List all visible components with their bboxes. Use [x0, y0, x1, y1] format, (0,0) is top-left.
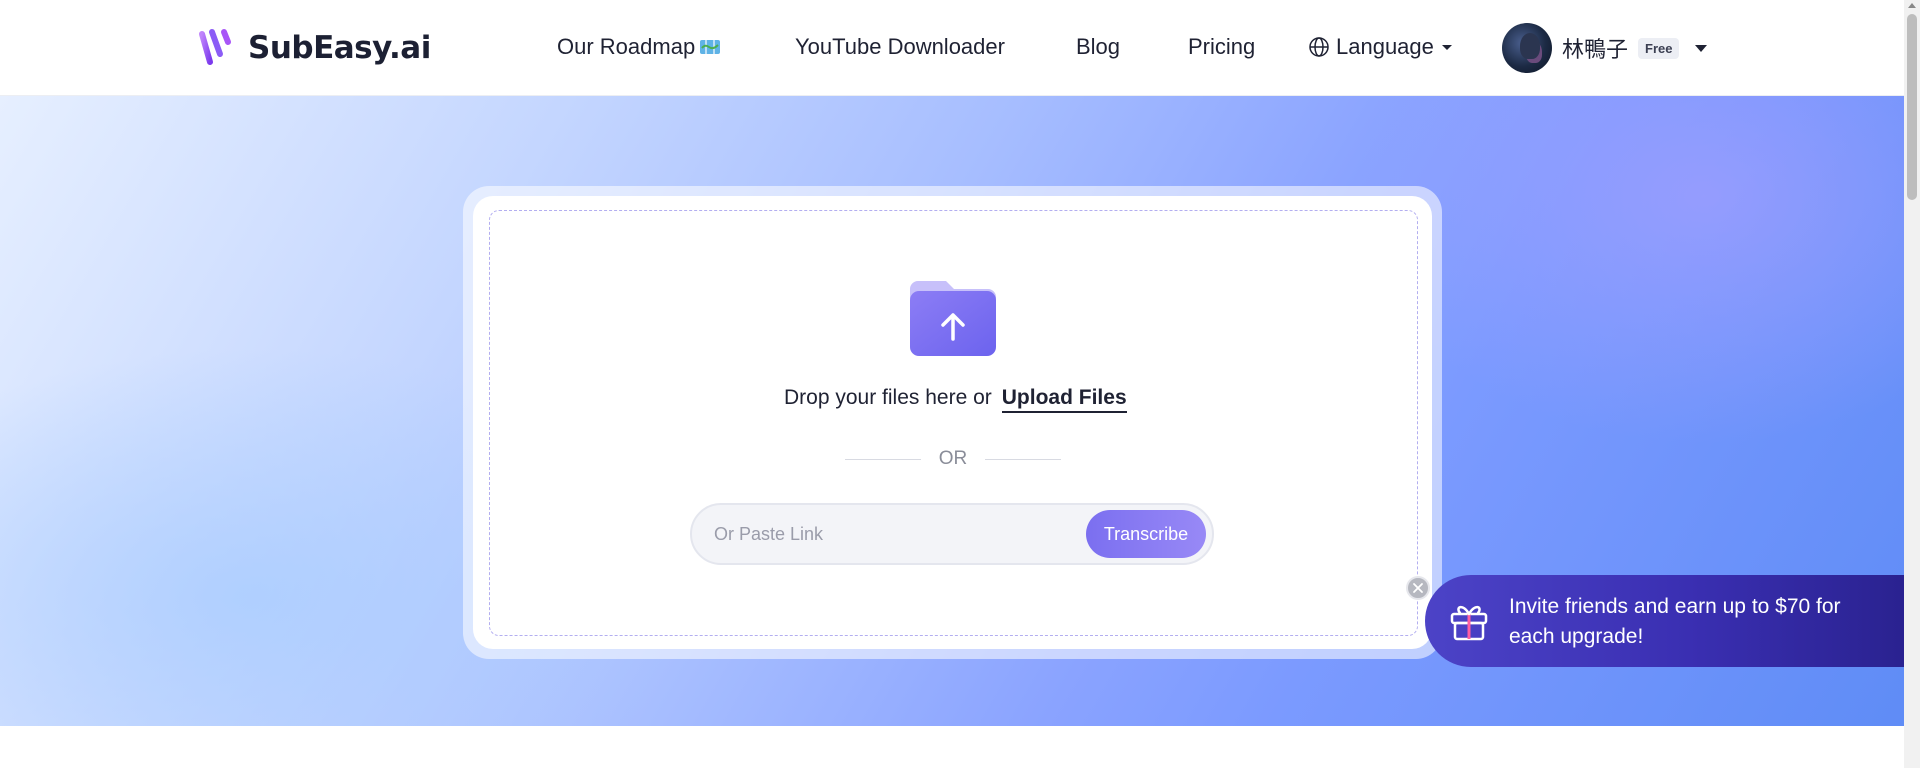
drop-instructions: Drop your files here or Upload Files [784, 386, 1127, 413]
scroll-thumb[interactable] [1907, 14, 1917, 200]
gift-icon [1450, 605, 1488, 641]
brand-name: SubEasy.ai [248, 30, 431, 66]
brand-logo[interactable]: SubEasy.ai [198, 28, 431, 68]
plan-badge: Free [1638, 37, 1680, 59]
divider-line [985, 458, 1061, 460]
language-label: Language [1336, 34, 1434, 59]
paste-link-input[interactable] [714, 519, 1054, 549]
nav-roadmap[interactable]: Our Roadmap [557, 34, 721, 60]
logo-mark-icon [199, 29, 231, 65]
drop-text: Drop your files here or [784, 386, 992, 409]
divider-line [845, 458, 921, 460]
transcribe-button[interactable]: Transcribe [1086, 510, 1206, 558]
upload-files-link[interactable]: Upload Files [1001, 386, 1127, 413]
or-divider: OR [845, 448, 1061, 470]
site-header: SubEasy.ai Our Roadmap YouTube Downloade… [0, 0, 1904, 96]
paste-link-box: Transcribe [690, 503, 1214, 565]
chevron-down-icon [1441, 44, 1452, 50]
invite-banner[interactable]: Invite friends and earn up to $70 for ea… [1425, 575, 1904, 667]
invite-text: Invite friends and earn up to $70 for ea… [1509, 595, 1841, 648]
map-icon [700, 40, 721, 54]
language-selector[interactable]: Language [1308, 34, 1452, 60]
file-dropzone[interactable] [489, 210, 1418, 636]
nav-youtube-downloader[interactable]: YouTube Downloader [795, 34, 1005, 60]
chevron-down-icon [1695, 44, 1708, 52]
scroll-up-icon[interactable] [1908, 3, 1916, 8]
user-menu[interactable]: 林鴨子 Free [1502, 23, 1708, 73]
page-scrollbar[interactable] [1904, 0, 1920, 768]
nav-blog[interactable]: Blog [1076, 34, 1120, 60]
close-invite-button[interactable] [1406, 576, 1430, 600]
user-name: 林鴨子 [1562, 38, 1629, 63]
close-icon [1413, 583, 1423, 593]
nav-roadmap-label: Our Roadmap [557, 34, 696, 59]
nav-pricing[interactable]: Pricing [1188, 34, 1255, 60]
globe-icon [1309, 37, 1329, 57]
or-label: OR [938, 448, 968, 469]
folder-upload-icon[interactable] [910, 281, 996, 356]
avatar [1502, 23, 1552, 73]
